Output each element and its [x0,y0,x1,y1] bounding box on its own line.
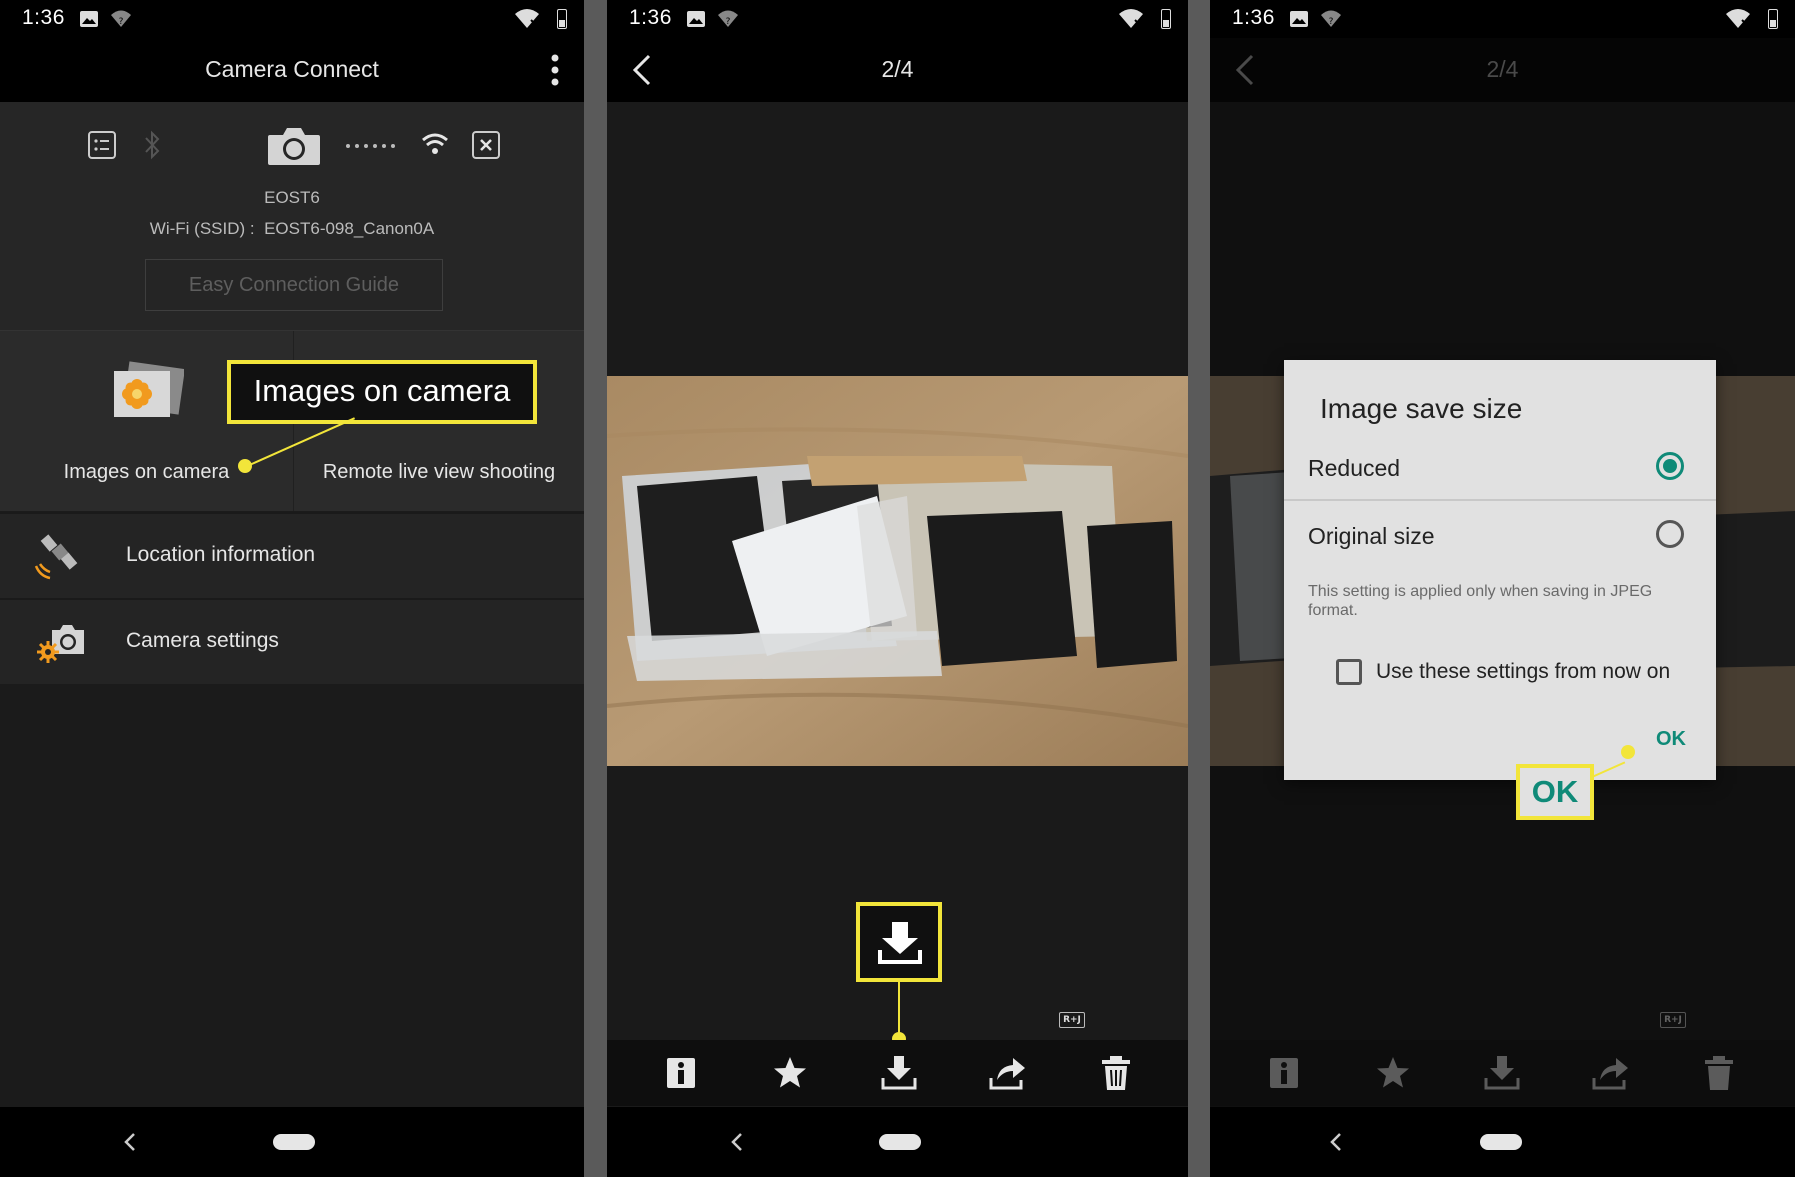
dialog-title: Image save size [1320,393,1523,424]
ok-button[interactable]: OK [1656,728,1686,751]
row-label: Location information [126,543,316,566]
camera-icon [268,128,320,165]
images-on-camera-icon [114,361,184,417]
easy-connection-guide-button[interactable]: Easy Connection Guide [145,259,443,311]
system-nav-bar [607,1107,1188,1177]
callout-ok: OK [1516,764,1594,820]
camera-settings-icon [37,625,84,663]
battery-icon [1768,9,1778,29]
status-bar: 1:36 ? [0,0,584,38]
more-options-icon[interactable] [548,52,562,88]
download-icon [1484,1056,1520,1090]
bluetooth-icon [145,130,160,160]
status-time: 1:36 [629,6,672,29]
app-title: Camera Connect [205,56,379,82]
nav-home-icon[interactable] [273,1134,315,1150]
ssid-value: EOST6-098_Canon0A [264,219,435,238]
star-icon [1377,1057,1409,1088]
wifi-question-icon: ? [111,10,131,27]
wifi-status-icon [515,9,539,28]
option-reduced-label[interactable]: Reduced [1308,455,1400,482]
tile-label: Remote live view shooting [322,461,556,483]
wifi-question-icon: ? [718,10,738,27]
ssid-line: Wi-Fi (SSID) : EOST6-098_Canon0A [0,219,584,239]
download-icon[interactable] [879,1054,919,1092]
photo-image [607,376,1188,766]
callout-leader [898,982,900,1038]
app-bar: 2/4 [1210,38,1795,102]
image-notification-icon [687,11,705,27]
dialog-divider [1284,499,1716,501]
image-counter: 2/4 [881,56,914,82]
system-nav-bar [1210,1107,1795,1177]
camera-model: EOST6 [264,188,320,207]
radio-original-size[interactable] [1656,520,1684,548]
row-camera-settings[interactable]: Camera settings [0,598,584,684]
image-notification-icon [80,11,98,27]
trash-icon[interactable] [1096,1054,1136,1092]
svg-text:?: ? [119,17,124,27]
status-bar: 1:36 ? [607,0,1188,38]
dialog-note: This setting is applied only when saving… [1308,583,1653,619]
image-counter: 2/4 [1486,56,1519,82]
nav-home-icon[interactable] [879,1134,921,1150]
wifi-icon [422,133,448,154]
connection-dots-icon [346,144,395,148]
status-time: 1:36 [1232,6,1275,29]
option-original-size-label[interactable]: Original size [1308,523,1435,550]
wifi-status-icon [1119,9,1143,28]
connection-panel: EOST6 Wi-Fi (SSID) : EOST6-098_Canon0A E… [0,102,584,330]
screen-image-save-dialog: 1:36 ? 2/4 Image save size Reduced Origi… [1210,0,1795,1177]
image-toolbar [607,1040,1188,1106]
wifi-question-icon: ? [1321,10,1341,27]
status-time: 1:36 [22,6,65,29]
system-nav-bar [0,1107,584,1177]
app-bar: Camera Connect [0,38,584,102]
callout-images-on-camera: Images on camera [227,360,537,424]
star-icon[interactable] [770,1054,810,1092]
satellite-icon [34,534,78,580]
app-bar: 2/4 [607,38,1188,102]
callout-dot [1621,745,1635,759]
wifi-status-icon [1726,9,1750,28]
photo-preview [607,376,1188,766]
remember-settings-checkbox[interactable] [1336,659,1362,685]
callout-dot [238,459,252,473]
nav-home-icon[interactable] [1480,1134,1522,1150]
image-toolbar [1210,1040,1795,1106]
image-save-size-dialog: Image save size Reduced Original size Th… [1284,360,1716,780]
trash-icon [1705,1056,1733,1090]
callout-download [856,902,942,982]
remember-settings-label[interactable]: Use these settings from now on [1376,660,1670,684]
share-icon[interactable] [987,1054,1027,1092]
info-icon [1270,1058,1298,1088]
share-icon [1592,1058,1628,1090]
raw-jpeg-badge: R+J [1660,1012,1686,1028]
battery-icon [557,9,567,29]
raw-jpeg-badge: R+J [1059,1012,1085,1028]
nav-back-icon[interactable] [122,1131,138,1153]
ssid-label: Wi-Fi (SSID) : [149,219,255,238]
radio-reduced[interactable] [1656,452,1684,480]
svg-text:?: ? [726,17,731,27]
list-icon[interactable] [88,131,116,159]
status-bar: 1:36 ? [1210,0,1795,38]
screen-camera-connect: 1:36 ? Camera Connect EOST6 Wi-Fi (SSID)… [0,0,584,1177]
info-icon[interactable] [661,1054,701,1092]
battery-icon [1161,9,1171,29]
nav-back-icon[interactable] [1328,1131,1344,1153]
row-label: Camera settings [126,629,279,652]
nav-back-icon[interactable] [729,1131,745,1153]
image-notification-icon [1290,11,1308,27]
download-icon [878,922,922,964]
svg-text:?: ? [1329,17,1334,27]
row-location-information[interactable]: Location information [0,512,584,598]
disconnect-icon[interactable] [472,131,500,159]
screen-image-viewer: 1:36 ? 2/4 R+J [607,0,1188,1177]
